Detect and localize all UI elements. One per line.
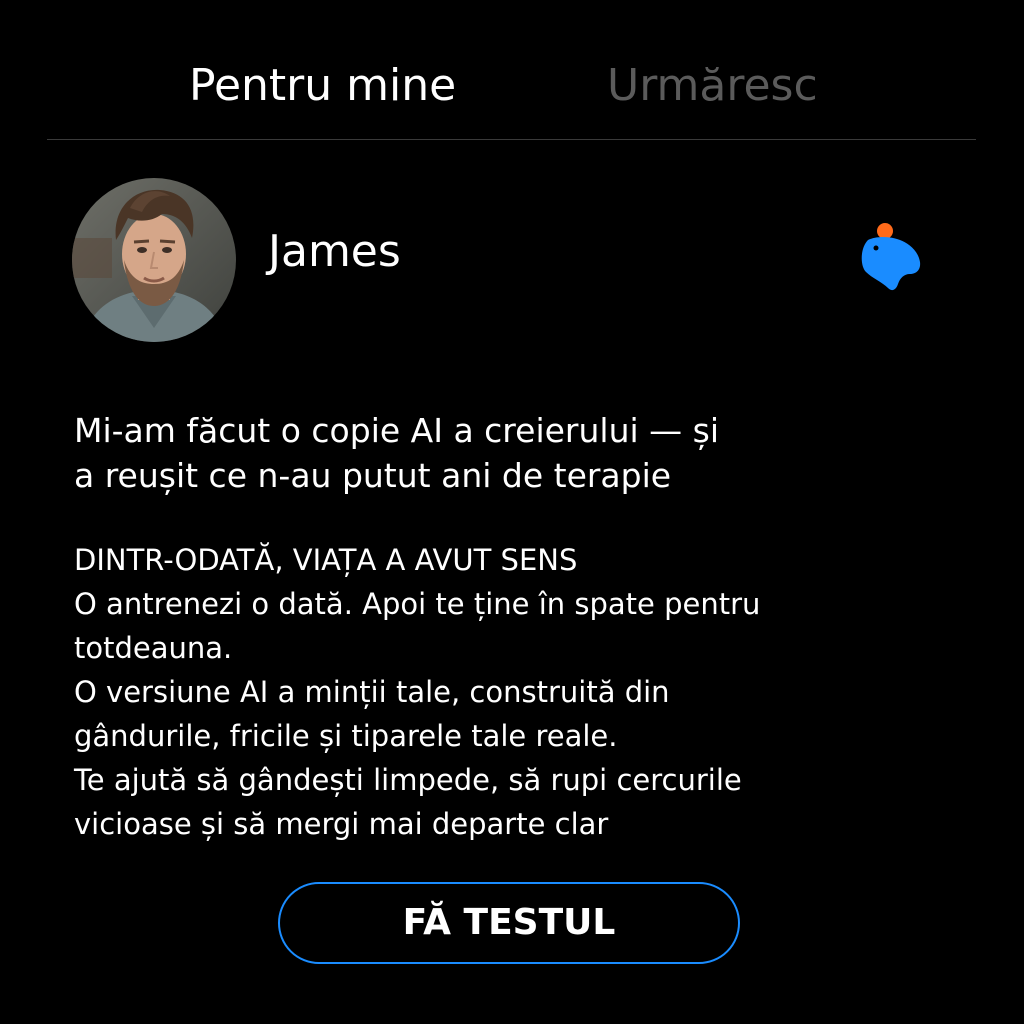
capybara-logo-icon: [858, 222, 924, 294]
headline-line: Mi-am făcut o copie AI a creierului — și: [74, 411, 719, 450]
body-line: O versiune AI a minții tale, construită …: [74, 675, 670, 709]
author-avatar[interactable]: [72, 178, 236, 342]
post-body: DINTR-ODATĂ, VIAȚA A AVUT SENS O antrene…: [74, 538, 954, 846]
author-name[interactable]: James: [268, 222, 401, 282]
tabs-divider: [47, 139, 976, 140]
headline-line: a reușit ce n-au putut ani de terapie: [74, 456, 672, 495]
post-headline: Mi-am făcut o copie AI a creierului — și…: [74, 408, 954, 498]
body-line: DINTR-ODATĂ, VIAȚA A AVUT SENS: [74, 543, 578, 577]
body-line: Te ajută să gândești limpede, să rupi ce…: [74, 763, 742, 797]
tab-pentru-mine[interactable]: Pentru mine: [189, 56, 456, 116]
feed-tabs: Pentru mine Urmăresc: [0, 50, 1024, 120]
body-line: totdeauna.: [74, 631, 233, 665]
body-line: O antrenezi o dată. Apoi te ține în spat…: [74, 587, 761, 621]
body-line: vicioase și să mergi mai departe clar: [74, 807, 609, 841]
tab-urmaresc[interactable]: Urmăresc: [607, 56, 818, 116]
body-line: gândurile, fricile și tiparele tale real…: [74, 719, 618, 753]
take-test-button[interactable]: FĂ TESTUL: [278, 882, 740, 964]
avatar-portrait: [72, 178, 236, 342]
